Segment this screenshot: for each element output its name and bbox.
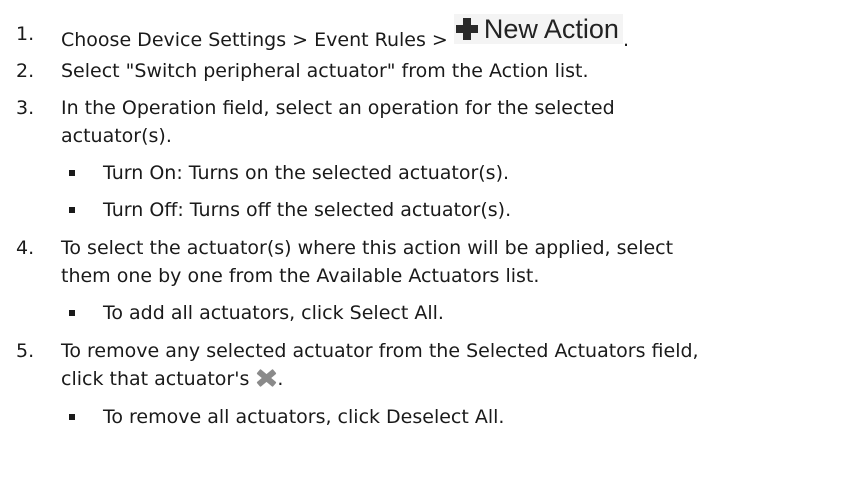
step-number: 1. [16, 23, 35, 45]
step-text-suffix: . [622, 29, 629, 51]
bullet-text: To remove all actuators, click Deselect … [103, 406, 505, 428]
bullet-text: Turn On: Turns on the selected actuator(… [103, 162, 510, 184]
bullet-square-icon [69, 207, 75, 213]
step-text: Select "Switch peripheral actuator" from… [61, 60, 589, 82]
step-text: In the Operation field, select an operat… [61, 97, 615, 119]
step-text-suffix: . [277, 368, 284, 390]
delete-x-icon[interactable] [255, 368, 277, 388]
bullet-square-icon [69, 414, 75, 420]
bullet-square-icon [69, 310, 75, 316]
plus-icon [455, 18, 478, 40]
step-text: click that actuator's [61, 368, 256, 390]
bullet-text: To add all actuators, click Select All. [103, 302, 444, 324]
instruction-steps: 1. Choose Device Settings > Event Rules … [0, 0, 853, 428]
bullet-text: Turn Off: Turns off the selected actuato… [103, 199, 512, 221]
step-number: 5. [16, 340, 35, 362]
step-text: Choose Device Settings > Event Rules > [61, 29, 454, 51]
new-action-button[interactable]: New Action [453, 14, 623, 44]
step-number: 4. [16, 237, 35, 259]
step-text: To select the actuator(s) where this act… [61, 237, 674, 259]
step-text: them one by one from the Available Actua… [61, 265, 540, 287]
step-number: 3. [16, 97, 35, 119]
bullet-square-icon [69, 170, 75, 176]
step-text: To remove any selected actuator from the… [61, 340, 699, 362]
step-number: 2. [16, 60, 35, 82]
step-text: actuator(s). [61, 125, 172, 147]
new-action-label: New Action [483, 14, 619, 44]
